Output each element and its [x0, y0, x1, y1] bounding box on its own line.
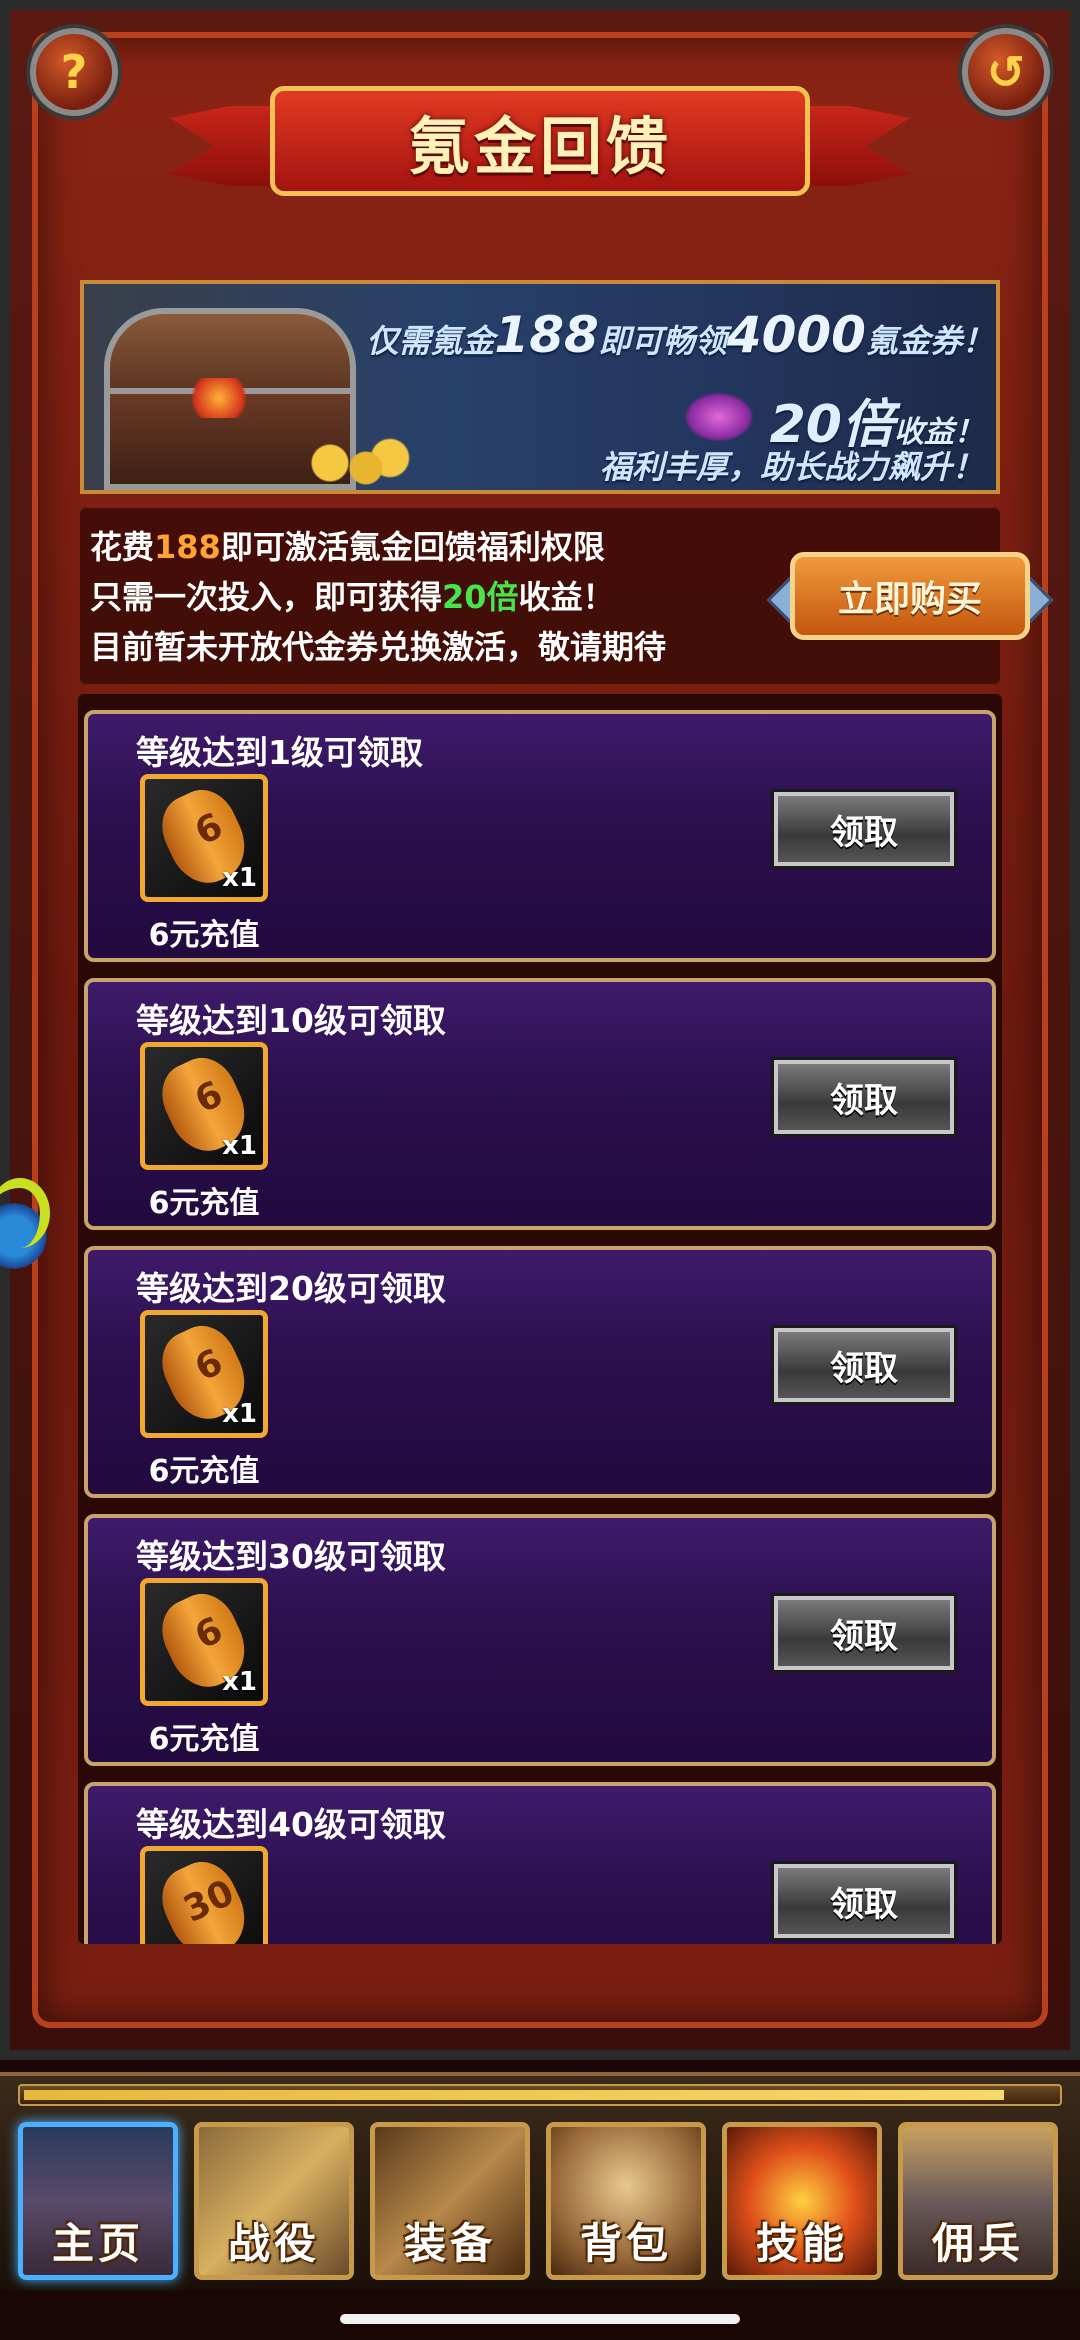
info-line-notice: 目前暂未开放代金券兑换激活，敬请期待: [90, 628, 667, 666]
nav-campaign[interactable]: 战役: [194, 2122, 354, 2280]
info-line-cost: 花费188即可激活氪金回馈福利权限: [90, 528, 605, 566]
reward-list[interactable]: 等级达到1级可领取 6 x1 6元充值 领取 等级达到10级可领取 6 x1 6…: [78, 694, 1002, 1944]
reward-title: 等级达到20级可领取: [136, 1269, 446, 1308]
back-button[interactable]: ↺: [962, 28, 1050, 116]
reward-item[interactable]: 6 x1: [140, 1310, 268, 1438]
back-arrow-icon: ↺: [986, 45, 1026, 99]
reward-card: 等级达到20级可领取 6 x1 6元充值 领取: [84, 1246, 996, 1498]
nav-equipment[interactable]: 装备: [370, 2122, 530, 2280]
reward-quantity: x1: [222, 1667, 257, 1697]
reward-item[interactable]: 6 x1: [140, 1578, 268, 1706]
reward-item-name: 6元充值: [148, 1186, 260, 1221]
exp-bar-fill: [24, 2090, 1005, 2100]
reward-item-name: 6元充值: [148, 1454, 260, 1489]
reward-item[interactable]: 6 x1: [140, 774, 268, 902]
promo-tagline: 福利丰厚，助长战力飙升！: [599, 448, 984, 486]
exp-bar: [18, 2084, 1062, 2106]
reward-title: 等级达到30级可领取: [136, 1537, 446, 1576]
nav-home[interactable]: 主页: [18, 2122, 178, 2280]
buy-now-label: 立即购买: [837, 579, 982, 620]
reward-item[interactable]: 6 x1: [140, 1042, 268, 1170]
home-indicator[interactable]: [340, 2314, 740, 2324]
help-button[interactable]: ?: [30, 28, 118, 116]
reward-title: 等级达到1级可领取: [136, 733, 423, 772]
reward-card: 等级达到1级可领取 6 x1 6元充值 领取: [84, 710, 996, 962]
title-plate: 氪金回馈: [270, 86, 810, 196]
info-line-return: 只需一次投入，即可获得20倍收益！: [90, 578, 615, 616]
reward-title: 等级达到40级可领取: [136, 1805, 446, 1844]
claim-button[interactable]: 领取: [774, 1060, 954, 1134]
floating-assistant-icon[interactable]: [0, 1170, 56, 1282]
promo-banner: 仅需氪金188即可畅领4000氪金券！ 20倍收益！ 福利丰厚，助长战力飙升！: [80, 280, 1000, 494]
reward-quantity: x1: [222, 863, 257, 893]
claim-button[interactable]: 领取: [774, 1596, 954, 1670]
reward-quantity: x1: [222, 1131, 257, 1161]
buy-now-button[interactable]: 立即购买: [766, 552, 1054, 644]
nav-skills[interactable]: 技能: [722, 2122, 882, 2280]
reward-card: 等级达到10级可领取 6 x1 6元充值 领取: [84, 978, 996, 1230]
bottom-nav: 主页 战役 装备 背包 技能 佣兵: [0, 2072, 1080, 2290]
title-banner: 氪金回馈: [170, 86, 910, 196]
reward-card: 等级达到30级可领取 6 x1 6元充值 领取: [84, 1514, 996, 1766]
claim-button[interactable]: 领取: [774, 1328, 954, 1402]
reward-item-name: 6元充值: [148, 1722, 260, 1757]
claim-button[interactable]: 领取: [774, 1864, 954, 1938]
promo-headline: 仅需氪金188即可畅领4000氪金券！: [366, 306, 994, 364]
reward-quantity: x1: [222, 1399, 257, 1429]
info-box: 花费188即可激活氪金回馈福利权限 只需一次投入，即可获得20倍收益！ 目前暂未…: [80, 508, 1054, 684]
reward-title: 等级达到10级可领取: [136, 1001, 446, 1040]
claim-button[interactable]: 领取: [774, 792, 954, 866]
reward-item[interactable]: 30: [140, 1846, 268, 1944]
question-icon: ?: [60, 45, 88, 99]
nav-mercenary[interactable]: 佣兵: [898, 2122, 1058, 2280]
page-title: 氪金回馈: [407, 110, 672, 183]
reward-item-name: 6元充值: [148, 918, 260, 953]
nav-backpack[interactable]: 背包: [546, 2122, 706, 2280]
reward-card: 等级达到40级可领取 30 领取: [84, 1782, 996, 1944]
